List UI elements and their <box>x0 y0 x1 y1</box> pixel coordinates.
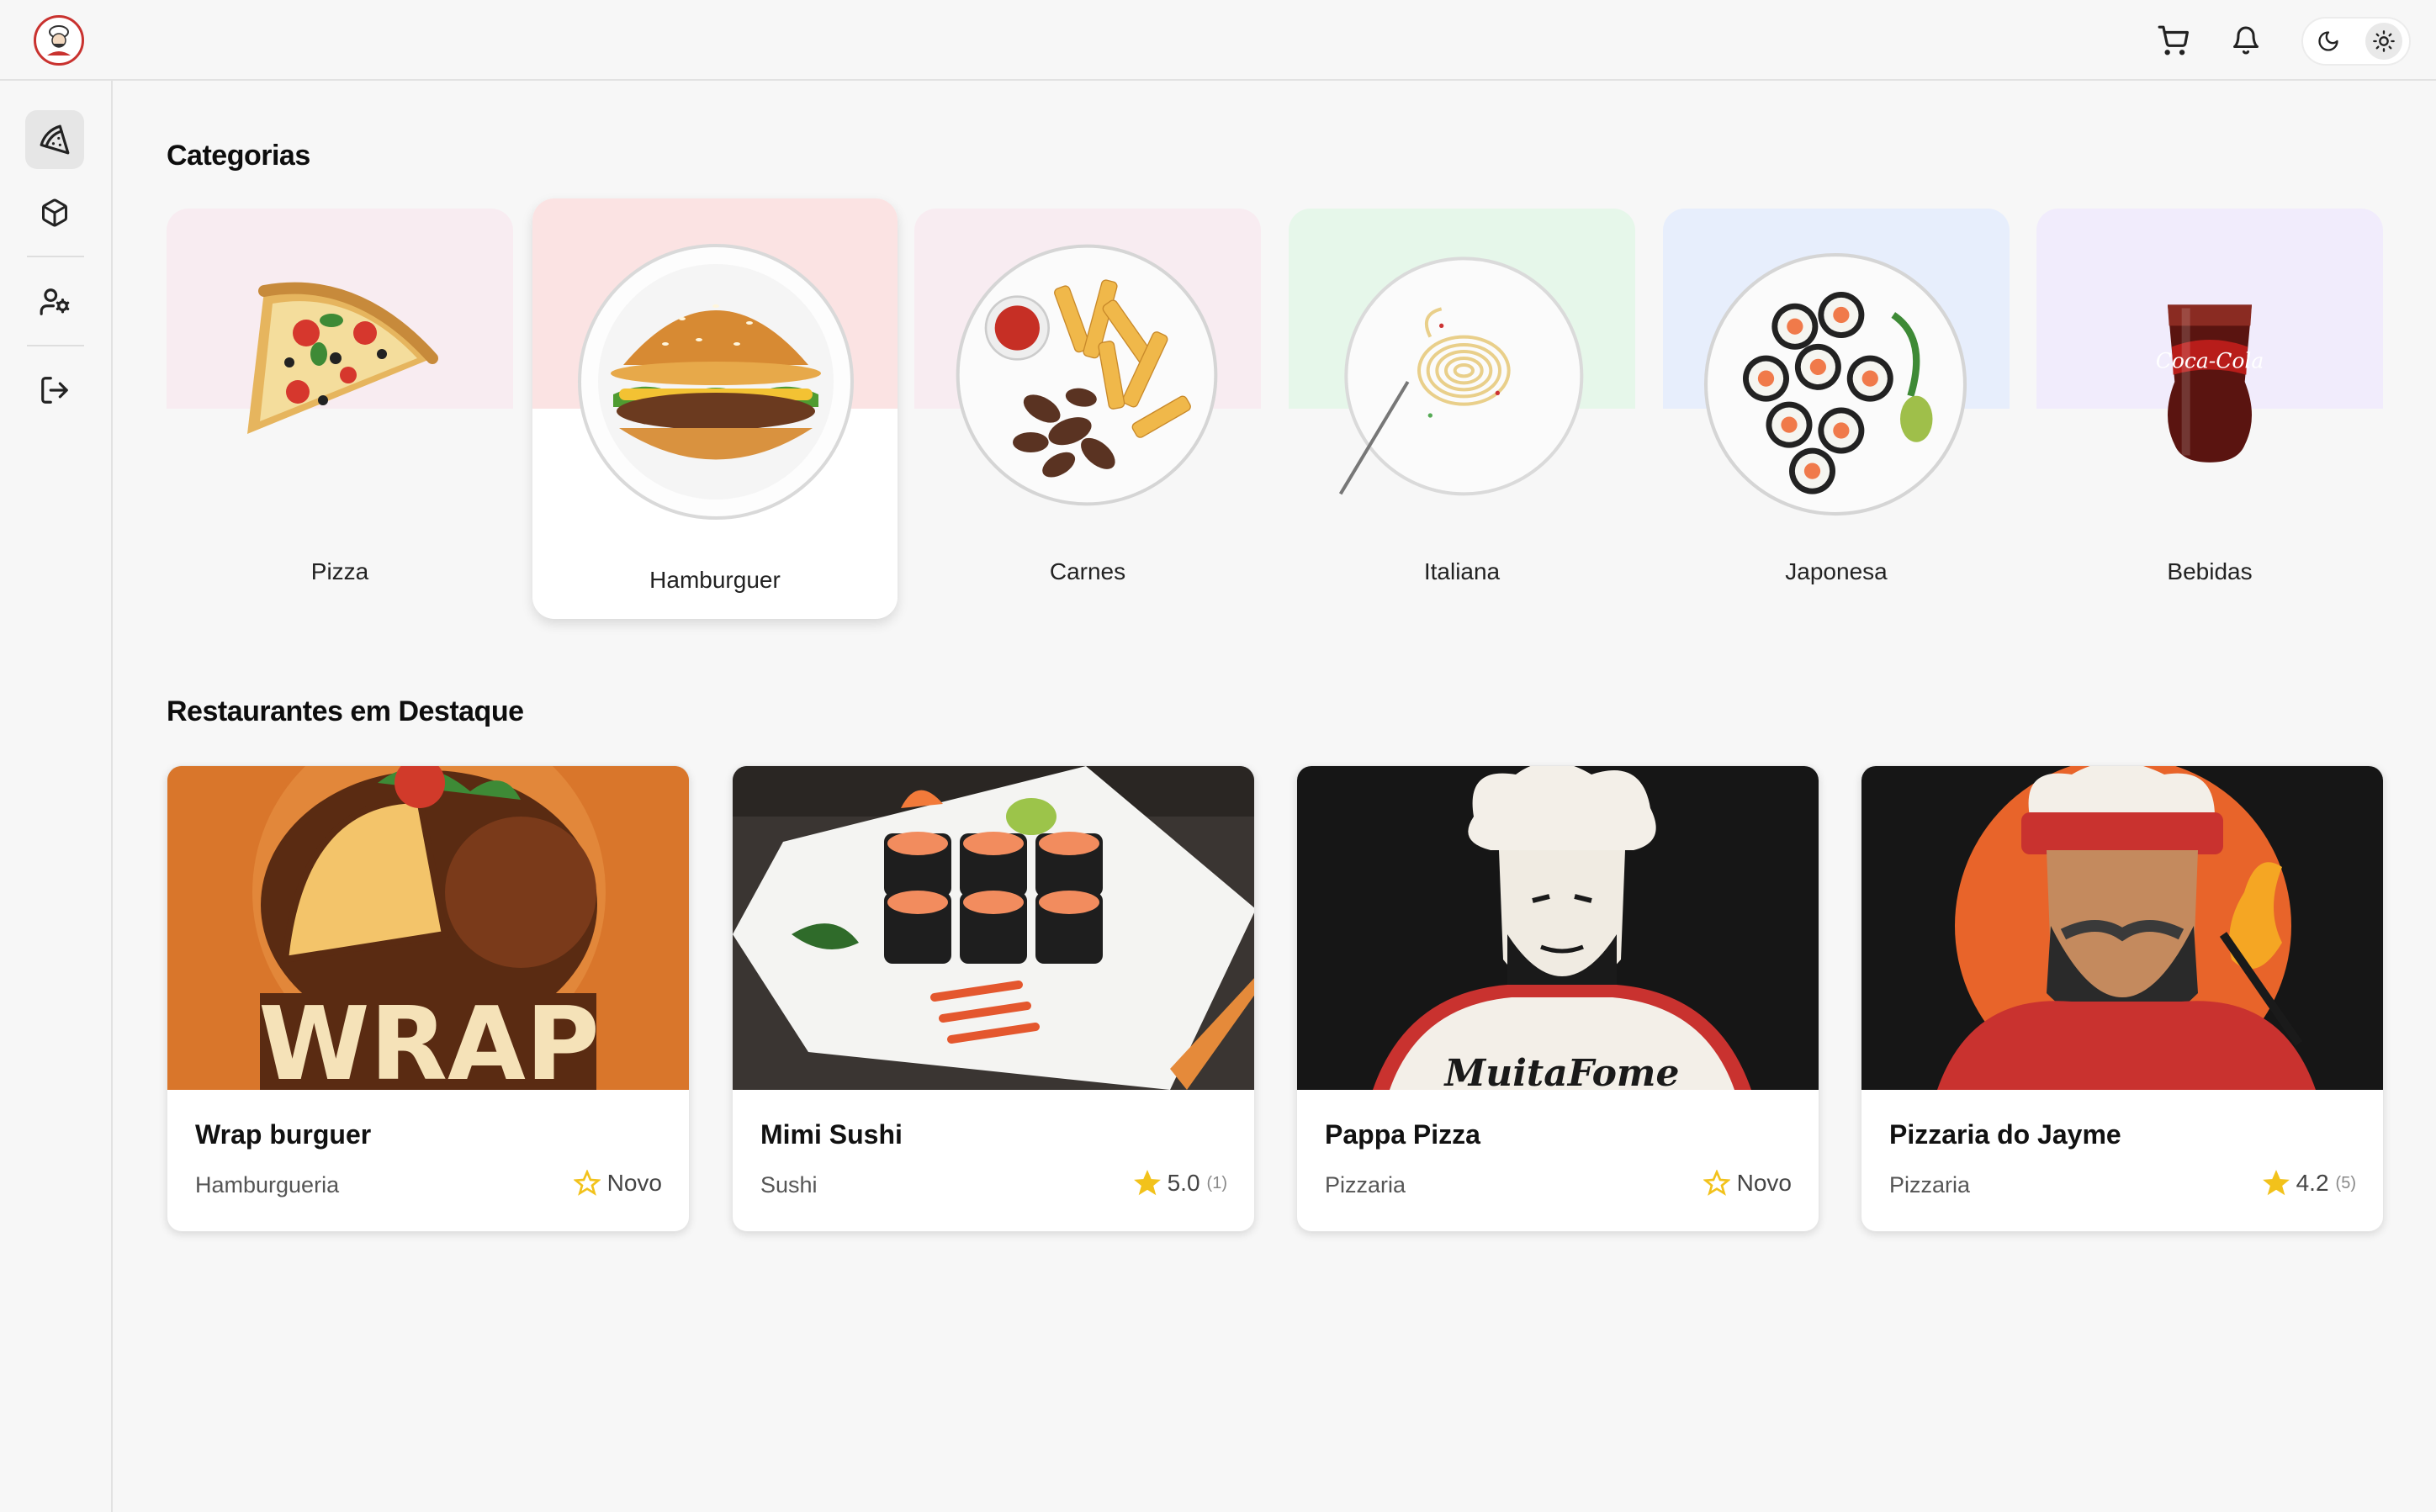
rating-count: (5) <box>2335 1173 2356 1192</box>
moon-icon <box>2318 31 2338 51</box>
category-card-carnes[interactable]: Carnes <box>914 209 1261 587</box>
category-card-hamburguer[interactable]: Hamburguer <box>532 198 898 619</box>
category-card-pizza[interactable]: Pizza <box>167 209 513 587</box>
rating-count: (1) <box>1206 1173 1227 1192</box>
restaurant-card[interactable]: MuitaFome Pappa Pizza Pizzaria Novo <box>1296 765 1819 1232</box>
restaurant-name: Mimi Sushi <box>760 1119 903 1150</box>
categories-title: Categorias <box>167 140 310 172</box>
sidebar-item-logout[interactable] <box>25 361 84 420</box>
category-label: Carnes <box>1049 558 1126 584</box>
restaurant-card[interactable]: Pizzaria do Jayme Pizzaria 4.2 (5) <box>1861 765 2384 1232</box>
bell-icon <box>2233 26 2259 55</box>
restaurant-rating: 5.0 (1) <box>1133 1170 1227 1197</box>
pizza-image <box>247 282 438 434</box>
restaurant-banner: MuitaFome <box>1297 766 1819 1090</box>
restaurant-banner <box>733 766 1254 1090</box>
wrap-burguer-logo-image: WRAP <box>167 766 689 1090</box>
category-label: Hamburguer <box>649 567 781 593</box>
restaurant-type: Hamburgueria <box>195 1172 340 1197</box>
pappa-pizza-chef-image: MuitaFome <box>1297 766 1819 1090</box>
sidebar-item-home[interactable] <box>25 110 84 169</box>
wrap-banner-text: WRAP <box>258 986 600 1090</box>
restaurant-name: Pappa Pizza <box>1325 1119 1480 1150</box>
cart-button[interactable] <box>2153 20 2193 61</box>
hamburger-image <box>578 244 854 520</box>
sidebar-divider <box>27 345 84 346</box>
sidebar <box>0 81 113 1512</box>
notifications-button[interactable] <box>2226 20 2266 61</box>
star-filled-icon <box>2262 1170 2290 1196</box>
star-filled-icon <box>1133 1170 1161 1196</box>
soda-brand-logo: Coca-Cola <box>2156 348 2264 373</box>
rating-value: 4.2 <box>2296 1170 2329 1196</box>
restaurant-type: Sushi <box>760 1172 818 1197</box>
category-label: Italiana <box>1423 558 1501 584</box>
pasta-image <box>1338 256 1584 496</box>
category-label: Bebidas <box>2167 558 2253 584</box>
top-bar <box>0 0 2436 81</box>
box-icon <box>42 198 67 227</box>
featured-restaurants-title: Restaurantes em Destaque <box>167 695 524 727</box>
restaurant-rating: Novo <box>1703 1170 1792 1197</box>
app-logo[interactable] <box>34 15 84 66</box>
chef-logo-icon <box>47 25 71 56</box>
sushi-image <box>1703 252 1967 516</box>
restaurant-banner <box>1861 766 2383 1090</box>
muitafome-banner-text: MuitaFome <box>1443 1052 1680 1090</box>
dark-mode-button[interactable] <box>2310 23 2347 60</box>
category-card-bebidas[interactable]: Coca-Cola Bebidas <box>2036 209 2383 587</box>
category-label: Japonesa <box>1785 558 1888 584</box>
restaurant-rating: Novo <box>573 1170 662 1197</box>
star-outline-icon <box>573 1170 601 1196</box>
star-outline-icon <box>1703 1170 1730 1196</box>
sidebar-item-account-settings[interactable] <box>25 272 84 331</box>
pizza-slice-icon <box>40 124 70 155</box>
restaurant-name: Wrap burguer <box>195 1119 372 1150</box>
sidebar-divider <box>27 256 84 257</box>
theme-toggle[interactable] <box>2301 17 2411 66</box>
restaurant-banner: WRAP <box>167 766 689 1090</box>
restaurant-type: Pizzaria <box>1889 1172 1971 1197</box>
restaurant-rating: 4.2 (5) <box>2262 1170 2356 1197</box>
restaurant-name: Pizzaria do Jayme <box>1889 1119 2121 1150</box>
mimi-sushi-image <box>733 766 1254 1090</box>
category-card-japonesa[interactable]: Japonesa <box>1663 209 2010 587</box>
rating-value: Novo <box>606 1170 662 1196</box>
restaurant-card[interactable]: WRAP Wrap burguer Hamburgueria Novo <box>167 765 690 1232</box>
rating-value: 5.0 <box>1167 1170 1200 1196</box>
logout-icon <box>41 377 68 404</box>
soda-glass-image: Coca-Cola <box>2156 304 2264 463</box>
sun-icon <box>2373 30 2395 52</box>
category-label: Pizza <box>310 558 369 584</box>
user-settings-icon <box>40 288 70 315</box>
meat-fries-image <box>956 244 1218 506</box>
rating-value: Novo <box>1736 1170 1792 1196</box>
cart-icon <box>2158 25 2189 56</box>
pizzaria-do-jayme-chef-image <box>1861 766 2383 1090</box>
category-card-italiana[interactable]: Italiana <box>1289 209 1635 587</box>
light-mode-button[interactable] <box>2365 23 2402 60</box>
restaurant-type: Pizzaria <box>1325 1172 1406 1197</box>
sidebar-item-orders[interactable] <box>25 183 84 242</box>
restaurant-card[interactable]: Mimi Sushi Sushi 5.0 (1) <box>732 765 1255 1232</box>
